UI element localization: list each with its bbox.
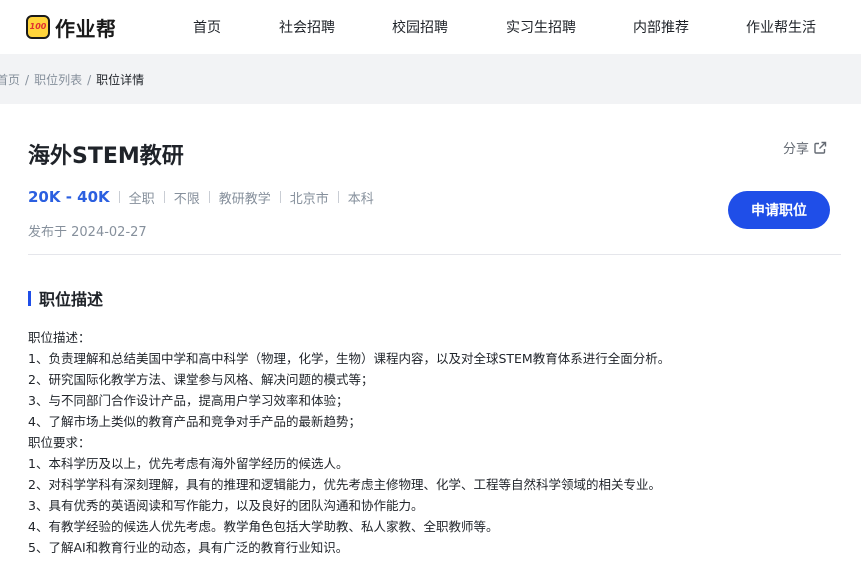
description-line: 4、了解市场上类似的教育产品和竞争对手产品的最新趋势； bbox=[28, 414, 361, 429]
description-line: 3、与不同部门合作设计产品，提高用户学习效率和体验； bbox=[28, 393, 349, 408]
posted-date: 发布于 2024-02-27 bbox=[28, 225, 147, 240]
tag-education: 本科 bbox=[347, 191, 374, 207]
meta-divider bbox=[337, 191, 339, 203]
description-line: 4、有教学经验的候选人优先考虑。教学角色包括大学助教、私人家教、全职教师等。 bbox=[28, 519, 499, 534]
meta-divider bbox=[279, 191, 281, 203]
job-title: 海外STEM教研 bbox=[28, 144, 184, 169]
meta-divider bbox=[118, 191, 120, 203]
breadcrumb-job-list[interactable]: 职位列表 bbox=[34, 73, 82, 87]
breadcrumb-current: 职位详情 bbox=[96, 73, 145, 87]
breadcrumb: 首页 / 职位列表 / 职位详情 bbox=[0, 71, 144, 88]
share-icon bbox=[814, 141, 827, 154]
nav-campus-recruitment[interactable]: 校园招聘 bbox=[392, 17, 448, 37]
description-line: 5、了解AI和教育行业的动态，具有广泛的教育行业知识。 bbox=[28, 540, 349, 555]
tag-experience: 不限 bbox=[173, 191, 200, 207]
top-header: 100 作业帮 首页 社会招聘 校园招聘 实习生招聘 内部推荐 作业帮生活 bbox=[0, 0, 861, 54]
description-line: 1、本科学历及以上，优先考虑有海外留学经历的候选人。 bbox=[28, 456, 349, 471]
nav-social-recruitment[interactable]: 社会招聘 bbox=[279, 17, 335, 37]
breadcrumb-separator: / bbox=[87, 73, 92, 87]
salary: 20K - 40K bbox=[28, 188, 110, 206]
apply-job-button[interactable]: 申请职位 bbox=[728, 191, 830, 229]
nav-intern-recruitment[interactable]: 实习生招聘 bbox=[506, 17, 576, 37]
section-accent-bar bbox=[28, 290, 31, 306]
section-header: 职位描述 bbox=[28, 288, 104, 309]
share-label: 分享 bbox=[783, 142, 810, 157]
description-line: 2、对科学学科有深刻理解，具有的推理和逻辑能力，优先考虑主修物理、化学、工程等自… bbox=[28, 477, 661, 492]
description-line: 2、研究国际化教学方法、课堂参与风格、解决问题的模式等； bbox=[28, 372, 374, 387]
meta-divider bbox=[163, 191, 165, 203]
nav-internal-referral[interactable]: 内部推荐 bbox=[633, 17, 689, 37]
tag-category: 教研教学 bbox=[218, 191, 271, 207]
logo-badge-icon: 100 bbox=[26, 15, 50, 39]
breadcrumb-separator: / bbox=[25, 73, 30, 87]
description-line: 1、负责理解和总结美国中学和高中科学（物理，化学，生物）课程内容，以及对全球ST… bbox=[28, 351, 671, 366]
tag-location: 北京市 bbox=[289, 191, 329, 207]
description-line: 职位要求： bbox=[28, 435, 91, 450]
section-title: 职位描述 bbox=[39, 290, 104, 309]
meta-divider bbox=[208, 191, 210, 203]
share-button[interactable]: 分享 bbox=[783, 138, 827, 157]
tag-job-type: 全职 bbox=[128, 191, 155, 207]
logo-text: 作业帮 bbox=[55, 16, 117, 41]
breadcrumb-bar: 首页 / 职位列表 / 职位详情 bbox=[0, 54, 861, 104]
logo[interactable]: 100 作业帮 bbox=[26, 13, 117, 41]
job-meta: 20K - 40K 全职 不限 教研教学 北京市 本科 bbox=[28, 187, 374, 207]
divider bbox=[28, 254, 841, 255]
description-line: 职位描述： bbox=[28, 330, 91, 345]
job-description: 职位描述： 1、负责理解和总结美国中学和高中科学（物理，化学，生物）课程内容，以… bbox=[28, 327, 848, 558]
nav-life[interactable]: 作业帮生活 bbox=[746, 17, 816, 37]
logo-badge-text: 100 bbox=[29, 22, 47, 31]
description-line: 3、具有优秀的英语阅读和写作能力，以及良好的团队沟通和协作能力。 bbox=[28, 498, 424, 513]
breadcrumb-home[interactable]: 首页 bbox=[0, 73, 20, 87]
nav-home[interactable]: 首页 bbox=[193, 17, 221, 37]
